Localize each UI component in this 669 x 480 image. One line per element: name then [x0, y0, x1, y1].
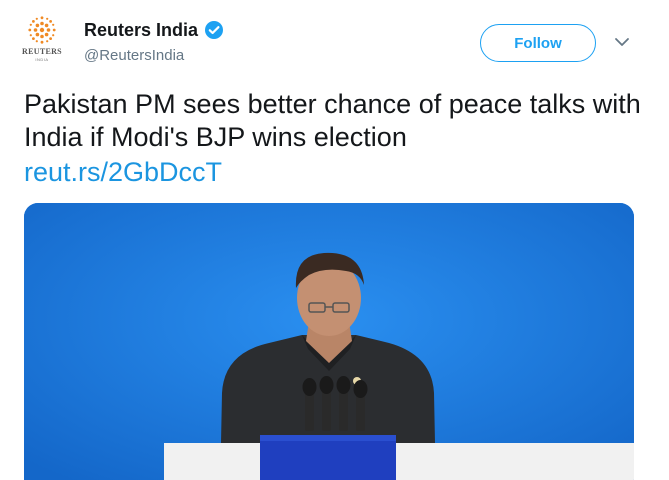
- tweet-link[interactable]: reut.rs/2GbDccT: [24, 156, 222, 189]
- reuters-logo-icon: [28, 16, 56, 44]
- display-name[interactable]: Reuters India: [84, 20, 198, 41]
- logo-subtext: INDIA: [35, 57, 49, 62]
- photo-speaker-at-podium: [24, 203, 634, 480]
- tweet-header: REUTERS INDIA Reuters India @ReutersIndi…: [0, 0, 669, 80]
- account-handle[interactable]: @ReutersIndia: [84, 47, 224, 64]
- follow-button[interactable]: Follow: [480, 24, 596, 62]
- verified-badge-icon: [205, 21, 224, 39]
- account-names: Reuters India @ReutersIndia: [84, 17, 224, 64]
- tweet-text: Pakistan PM sees better chance of peace …: [24, 89, 641, 152]
- chevron-down-icon[interactable]: [614, 36, 630, 48]
- display-name-row: Reuters India: [84, 17, 224, 43]
- avatar[interactable]: REUTERS INDIA: [18, 14, 66, 66]
- logo-wordmark: REUTERS: [22, 47, 62, 56]
- tweet-media-photo[interactable]: [24, 203, 634, 480]
